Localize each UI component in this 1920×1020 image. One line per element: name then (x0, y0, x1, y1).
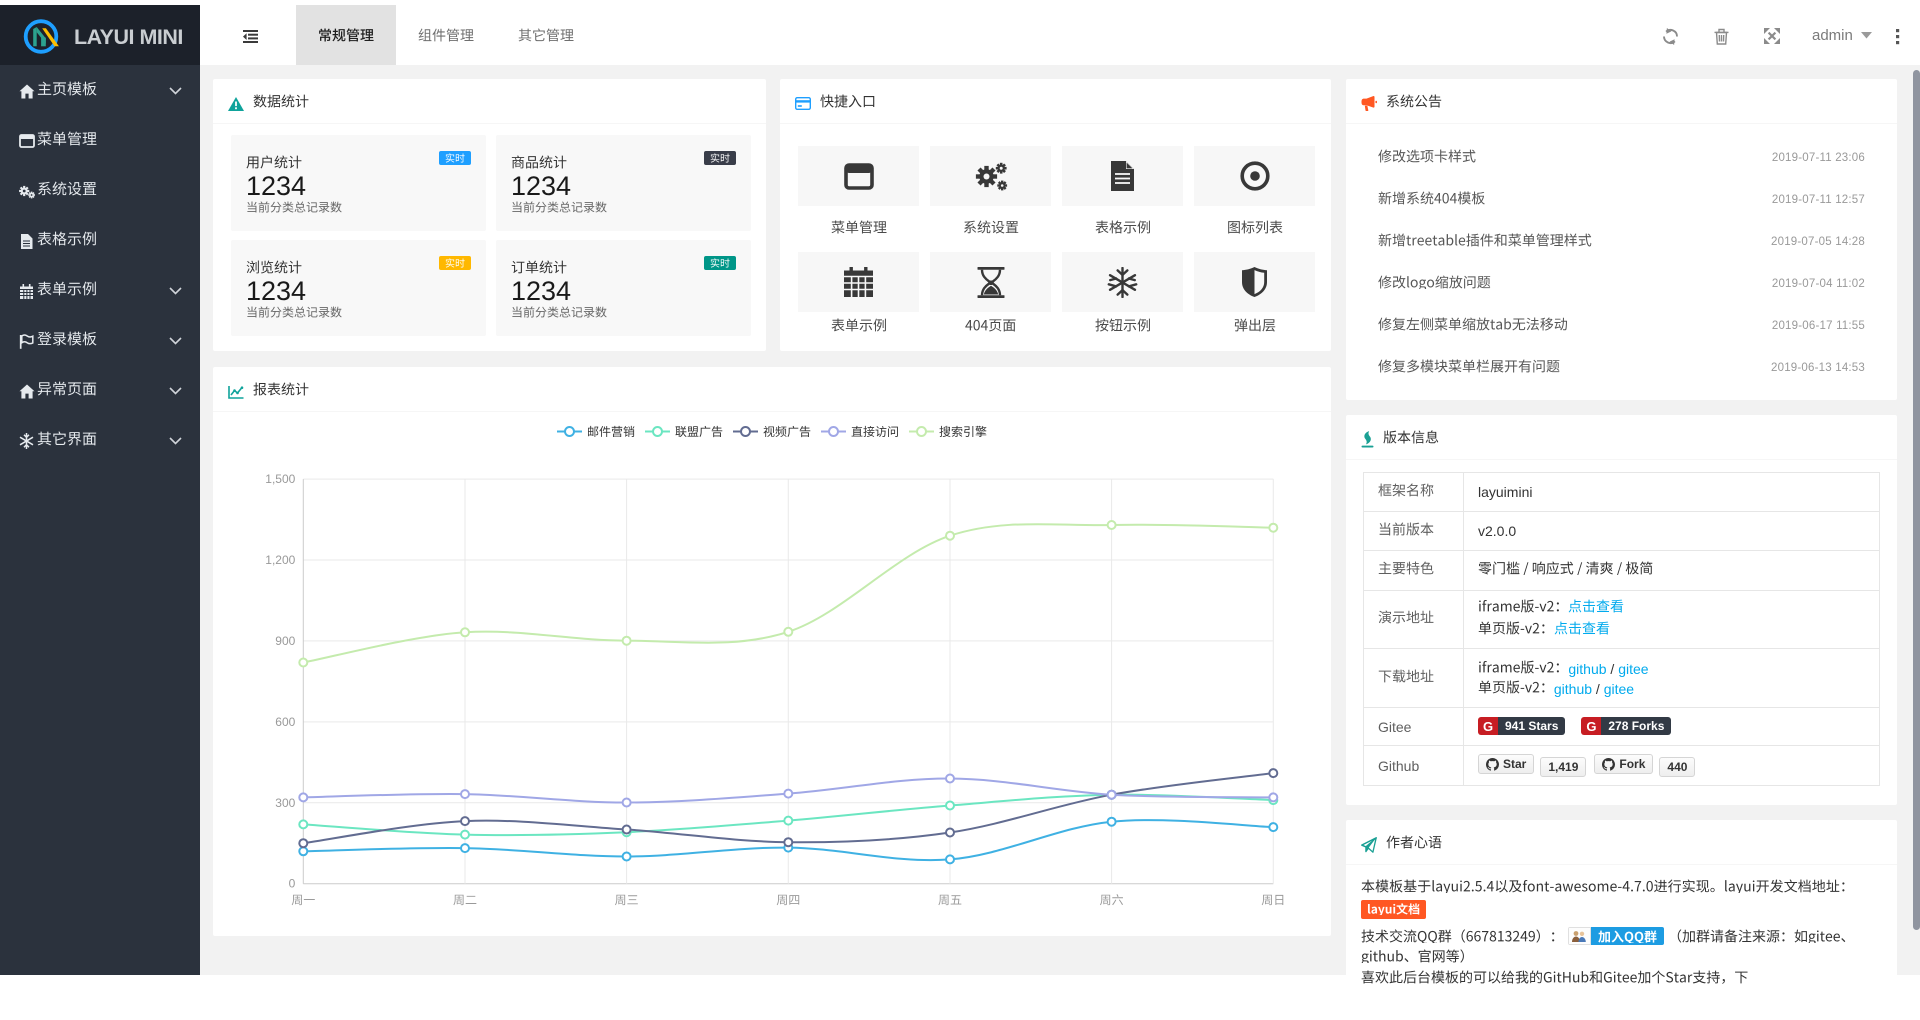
svg-text:300: 300 (275, 796, 295, 810)
svg-text:1,200: 1,200 (265, 553, 295, 567)
svg-text:1,500: 1,500 (265, 472, 295, 486)
svg-text:0: 0 (289, 877, 296, 891)
svg-text:900: 900 (275, 634, 295, 648)
svg-text:600: 600 (275, 715, 295, 729)
